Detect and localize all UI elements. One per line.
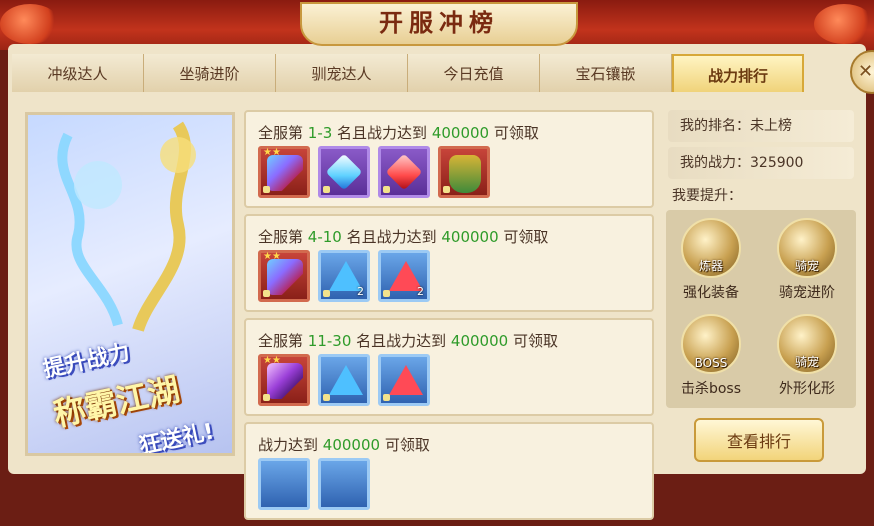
promo-banner: 提升战力 称霸江湖 狂送礼! [25,112,235,456]
banner-slogan-3: 狂送礼! [136,419,217,456]
reward-item[interactable]: ★★ [258,250,310,302]
lock-icon [263,394,270,401]
reward-item[interactable] [378,354,430,406]
reward-condition: 全服第 11-30 名且战力达到 400000 可领取 [258,332,558,350]
staff-icon [267,155,303,191]
boss-icon: BOSS [681,314,741,374]
lock-icon [383,186,390,193]
my-rank: 我的排名：未上榜 [668,110,854,142]
reward-item[interactable] [438,146,490,198]
tab-mount[interactable]: 坐骑进阶 [144,54,276,92]
reward-item[interactable] [318,146,370,198]
reward-item[interactable] [378,146,430,198]
reward-condition: 战力达到 400000 可领取 [258,436,430,454]
item-count: 2 [417,285,424,298]
reward-item[interactable] [318,458,370,510]
item-count: 2 [357,285,364,298]
mount-pet-icon: 骑宠 [777,218,837,278]
staff-icon [267,363,303,399]
improve-transform-button[interactable]: 骑宠 外形化形 [762,308,852,404]
tab-power-rank[interactable]: 战力排行 [672,54,804,92]
reward-item[interactable]: ★★ [258,146,310,198]
reward-row: 全服第 4-10 名且战力达到 400000 可领取 ★★ 2 2 [244,214,654,312]
reward-item[interactable]: 2 [318,250,370,302]
blue-crystal-icon [329,365,363,395]
reward-row: 全服第 1-3 名且战力达到 400000 可领取 ★★ [244,110,654,208]
transform-icon: 骑宠 [777,314,837,374]
reward-condition: 全服第 1-3 名且战力达到 400000 可领取 [258,124,539,142]
lock-icon [383,290,390,297]
tab-bar: 冲级达人 坐骑进阶 驯宠达人 今日充值 宝石镶嵌 战力排行 [12,54,860,92]
improve-boss-button[interactable]: BOSS 击杀boss [666,308,756,404]
improve-label: 我要提升： [672,188,742,204]
refine-icon: 炼器 [681,218,741,278]
view-ranking-button[interactable]: 查看排行 [694,418,824,462]
improve-panel: 炼器 强化装备 骑宠 骑宠进阶 BOSS 击杀boss 骑宠 外形化形 [666,210,856,408]
red-gem-icon [385,153,423,191]
reward-list: 全服第 1-3 名且战力达到 400000 可领取 ★★ 全服第 4-10 名且… [244,110,654,526]
my-power: 我的战力：325900 [668,147,854,179]
red-crystal-icon [389,365,423,395]
lock-icon [263,290,270,297]
reward-item[interactable] [318,354,370,406]
improve-mount-button[interactable]: 骑宠 骑宠进阶 [762,212,852,308]
blue-gem-icon [325,153,363,191]
flower-ornament-right [814,4,874,44]
tab-pet[interactable]: 驯宠达人 [276,54,408,92]
lock-icon [443,186,450,193]
lock-icon [263,186,270,193]
lock-icon [323,290,330,297]
lock-icon [323,186,330,193]
improve-equipment-button[interactable]: 炼器 强化装备 [666,212,756,308]
reward-condition: 全服第 4-10 名且战力达到 400000 可领取 [258,228,549,246]
staff-icon [267,259,303,295]
reward-row: 战力达到 400000 可领取 [244,422,654,520]
page-title: 开服冲榜 [300,2,578,46]
reward-row: 全服第 11-30 名且战力达到 400000 可领取 ★★ [244,318,654,416]
reward-item[interactable]: ★★ [258,354,310,406]
tab-gem[interactable]: 宝石镶嵌 [540,54,672,92]
flower-ornament-left [0,4,60,44]
lock-icon [323,394,330,401]
reward-item[interactable]: 2 [378,250,430,302]
cloak-icon [449,155,481,193]
reward-item[interactable] [258,458,310,510]
staff-illustration [57,121,196,332]
tab-level[interactable]: 冲级达人 [12,54,144,92]
tab-recharge[interactable]: 今日充值 [408,54,540,92]
lock-icon [383,394,390,401]
close-icon: ✕ [858,61,874,82]
